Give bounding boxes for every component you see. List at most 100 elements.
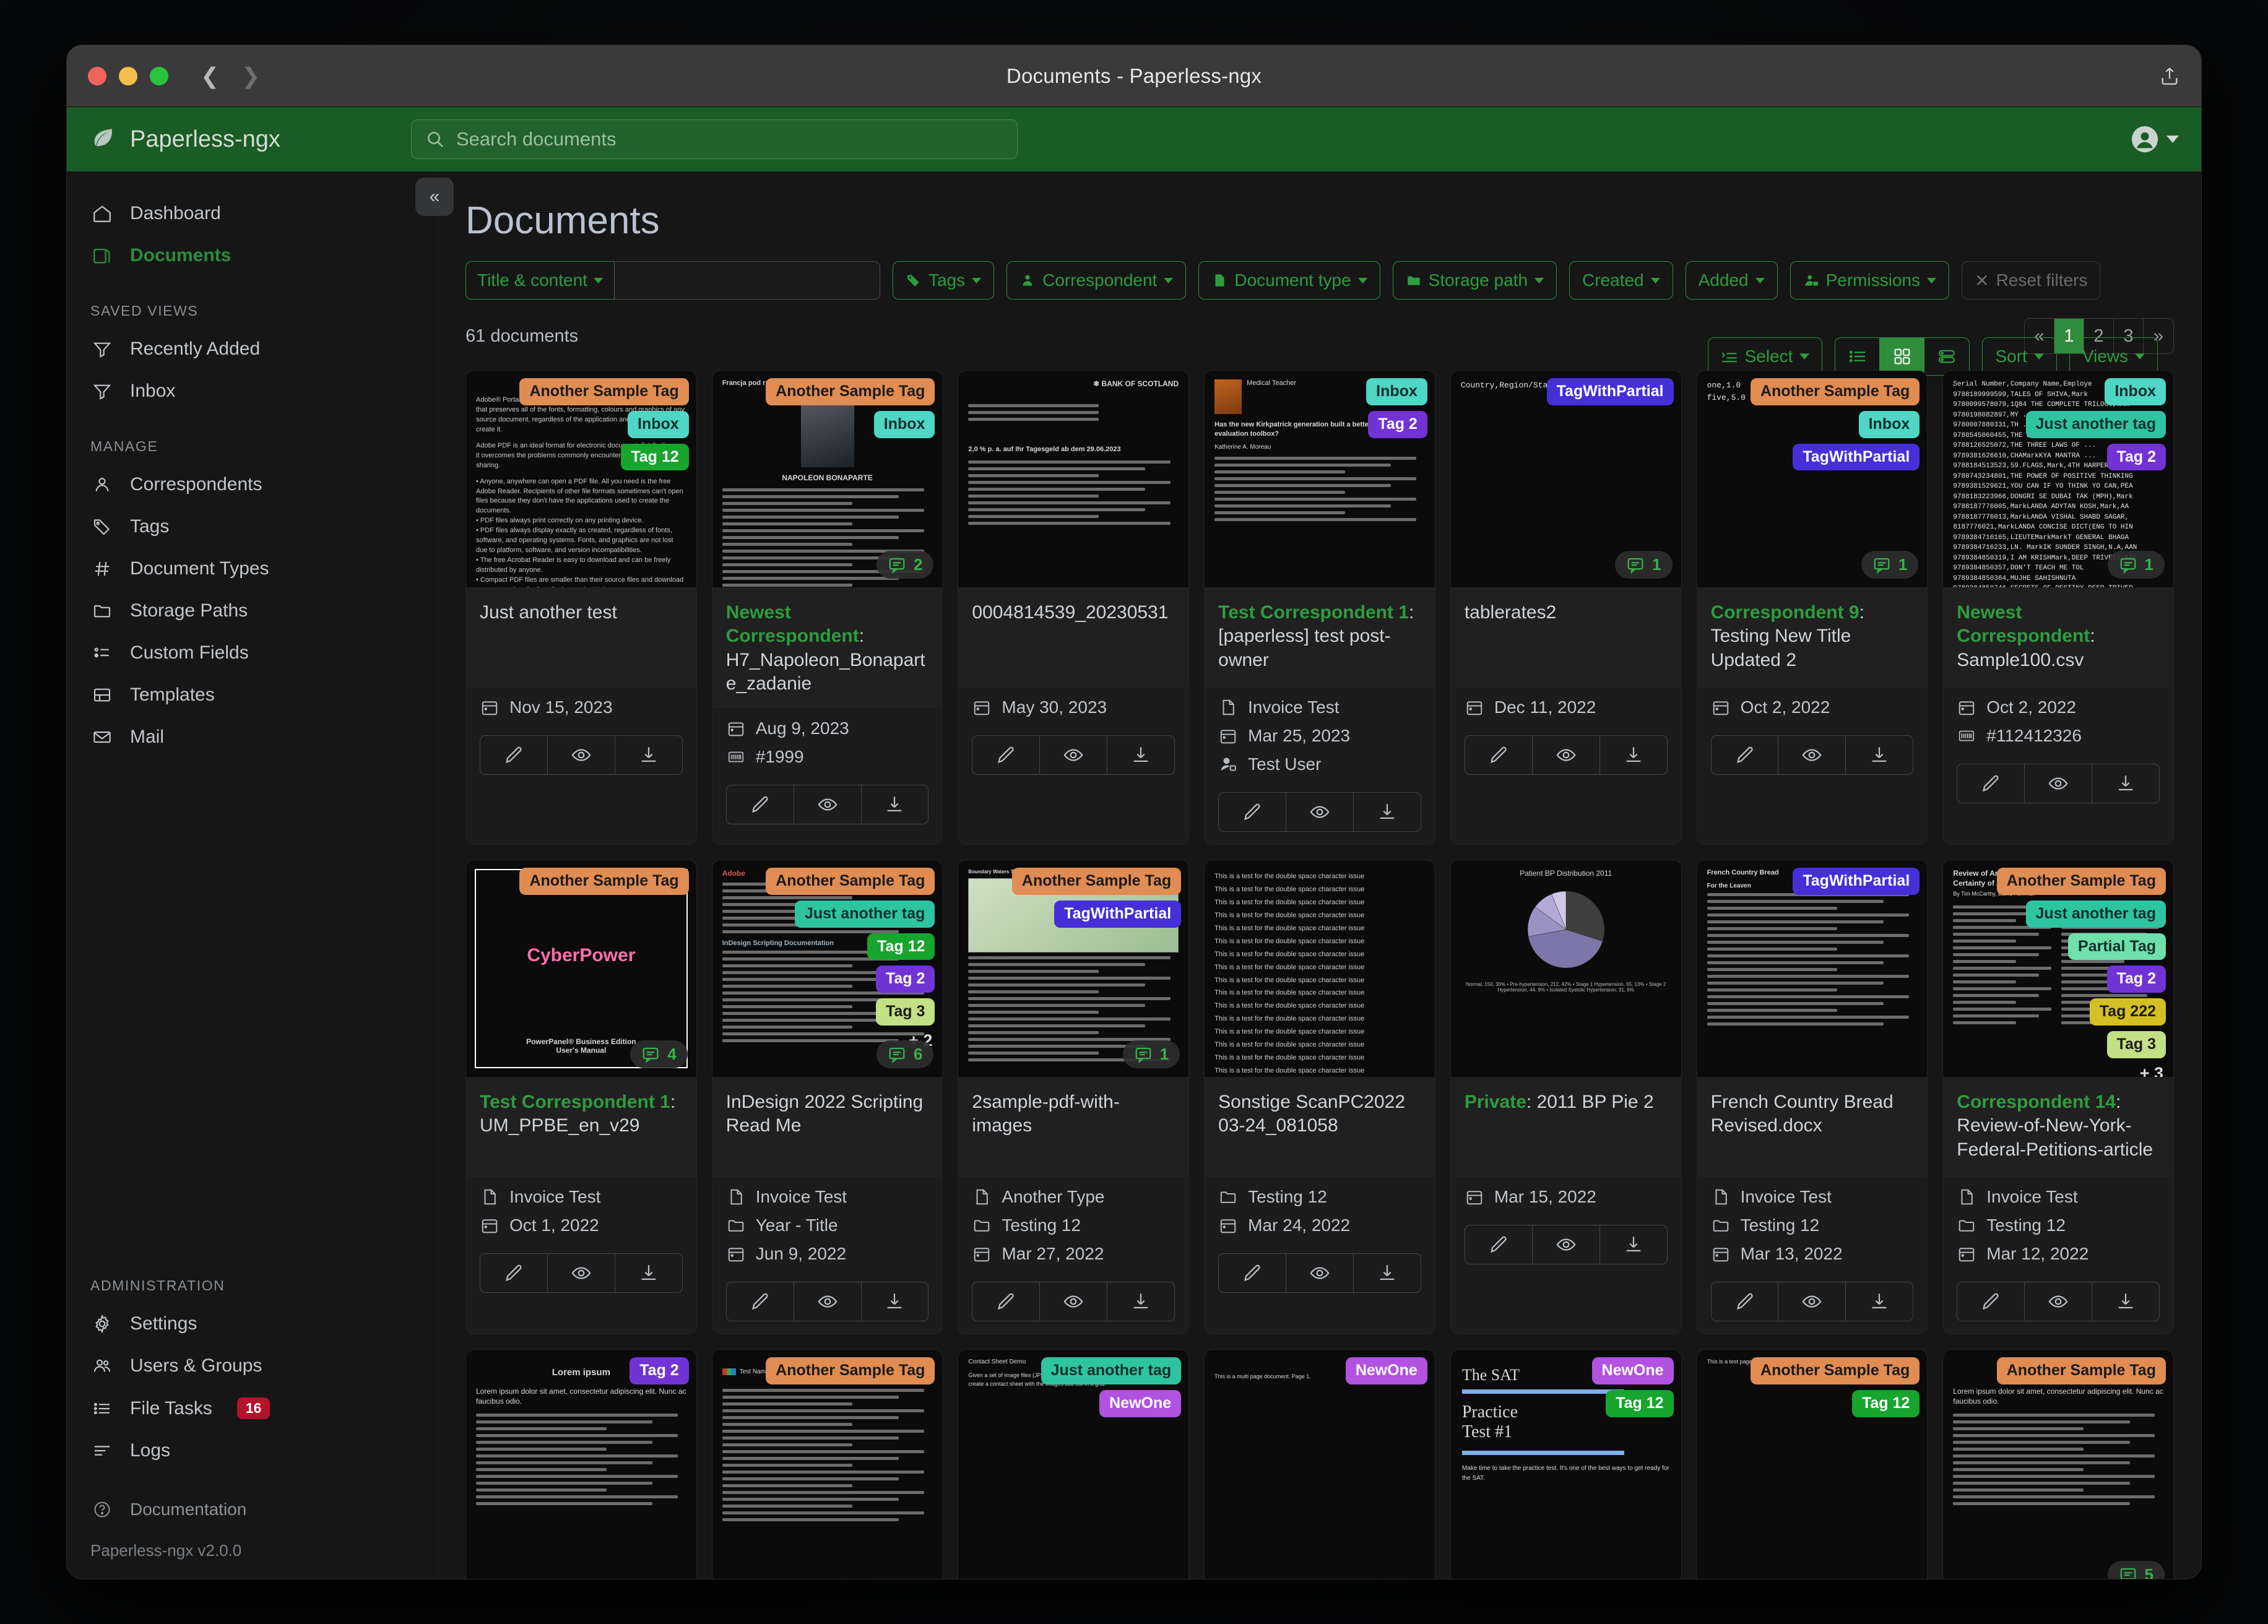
sidebar-item-inbox[interactable]: Inbox [67,370,438,412]
preview-button[interactable] [1286,793,1354,831]
preview-button[interactable] [1040,736,1108,774]
preview-button[interactable] [1040,1282,1108,1321]
preview-button[interactable] [1778,1282,1846,1321]
document-title[interactable]: Private: 2011 BP Pie 2 [1450,1077,1681,1176]
sidebar-item-storage-paths[interactable]: Storage Paths [67,590,438,632]
view-mode-switch[interactable] [1835,337,1970,376]
reset-filters-button[interactable]: ✕ Reset filters [1962,261,2101,300]
search-input[interactable] [456,128,1003,150]
share-icon[interactable] [2159,66,2180,87]
document-tag[interactable]: Another Sample Tag [766,378,935,405]
edit-button[interactable] [1712,736,1779,774]
brand[interactable]: Paperless-ngx [89,126,411,153]
storage-path-filter-button[interactable]: Storage path [1392,261,1557,300]
document-tag[interactable]: Tag 12 [621,443,689,471]
document-card[interactable]: Francja pod rządami Napoleona NAPOLEON B… [711,370,943,845]
document-tag[interactable]: Tag 222 [2089,998,2166,1026]
window-controls[interactable] [88,66,168,85]
permissions-filter-button[interactable]: Permissions [1790,261,1950,300]
document-type-filter-button[interactable]: Document type [1198,261,1380,300]
document-tag[interactable]: TagWithPartial [1793,443,1920,471]
close-window-button[interactable] [88,66,106,85]
download-button[interactable] [2092,1282,2159,1321]
sidebar-item-mail[interactable]: Mail [67,716,438,758]
document-card[interactable]: French Country Bread For the Leaven TagWi… [1696,860,1928,1334]
document-card[interactable]: Test Name Another Sample Tag [711,1349,943,1579]
chevron-down-icon[interactable] [2166,133,2179,145]
sidebar-item-dashboard[interactable]: Dashboard [67,192,438,235]
card-actions[interactable] [1710,1282,1914,1321]
user-menu[interactable] [2131,125,2179,153]
document-thumbnail[interactable]: Lorem ipsum Lorem ipsum dolor sit amet, … [1943,1350,2173,1579]
document-thumbnail[interactable]: Medical Teacher Has the new Kirkpatrick … [1205,371,1435,587]
document-card[interactable]: The SAT Practice Test #1 Make time to tak… [1450,1349,1682,1579]
document-title[interactable]: InDesign 2022 Scripting Read Me [712,1077,943,1176]
card-actions[interactable] [1218,792,1421,832]
search-box[interactable] [411,119,1018,159]
document-card[interactable]: Lorem ipsum Lorem ipsum dolor sit amet, … [1942,1349,2174,1579]
download-button[interactable] [1846,736,1913,774]
preview-button[interactable] [2025,1282,2093,1321]
edit-button[interactable] [1219,793,1287,831]
edit-button[interactable] [972,1282,1041,1321]
detail-view-button[interactable] [1924,338,1969,375]
sidebar-item-recently-added[interactable]: Recently Added [67,328,438,370]
sidebar-item-tags[interactable]: Tags [67,506,438,548]
edit-button[interactable] [480,1254,548,1292]
document-tag[interactable]: Tag 2 [2106,965,2166,993]
correspondent-filter-button[interactable]: Correspondent [1006,261,1187,300]
card-actions[interactable] [1464,735,1668,775]
document-thumbnail[interactable]: Boundary Waters Trip Another Sample Tag T… [958,860,1189,1077]
title-content-input[interactable] [613,261,880,300]
document-tag[interactable]: TagWithPartial [1546,378,1674,405]
document-title[interactable]: Test Correspondent 1: UM_PPBE_en_v29 [466,1077,696,1176]
document-title[interactable]: tablerates2 [1450,587,1681,686]
card-actions[interactable] [1710,735,1914,775]
maximize-window-button[interactable] [150,66,168,85]
document-tag[interactable]: Another Sample Tag [519,378,689,405]
document-thumbnail[interactable]: Test Name Another Sample Tag [712,1350,943,1579]
document-tag[interactable]: Another Sample Tag [1011,868,1182,895]
document-title[interactable]: Newest Correspondent: Sample100.csv [1943,587,2173,686]
document-tag[interactable]: Another Sample Tag [1996,868,2166,895]
document-tag[interactable]: NewOne [1099,1389,1182,1417]
edit-button[interactable] [1219,1254,1287,1292]
download-button[interactable] [1354,793,1421,831]
edit-button[interactable] [727,1282,794,1321]
document-thumbnail[interactable]: Country,Region/State," TagWithPartial 1 [1450,371,1681,587]
card-actions[interactable] [1464,1225,1668,1264]
document-tag[interactable]: Another Sample Tag [1996,1357,2166,1384]
list-view-button[interactable] [1835,338,1881,375]
document-tag[interactable]: Another Sample Tag [766,868,935,895]
avatar-icon[interactable] [2131,125,2159,153]
edit-button[interactable] [727,785,794,824]
document-title[interactable]: Correspondent 14: Review-of-New-York-Fed… [1943,1077,2173,1176]
tags-filter-button[interactable]: Tags [892,261,995,300]
document-thumbnail[interactable]: Serial Number,Company Name,Employe 978818… [1943,371,2173,587]
document-title[interactable]: 0004814539_20230531 [958,587,1189,686]
sidebar-item-correspondents[interactable]: Correspondents [67,464,438,506]
document-thumbnail[interactable]: Lorem ipsum Lorem ipsum dolor sit amet, … [466,1350,696,1579]
sidebar-item-users-groups[interactable]: Users & Groups [67,1345,438,1387]
document-tag[interactable]: Tag 2 [2106,443,2166,471]
document-card[interactable]: Adobe InDesign Scripting Documentation A… [711,860,943,1334]
document-tag[interactable]: TagWithPartial [1054,900,1182,928]
grid-view-button[interactable] [1880,338,1925,375]
document-thumbnail[interactable]: French Country Bread For the Leaven TagWi… [1697,860,1928,1077]
select-button[interactable]: Select [1707,337,1823,376]
document-card[interactable]: This is a multi page document. Page 1. Ne… [1204,1349,1435,1579]
sidebar-item-documents[interactable]: Documents [67,235,438,277]
download-button[interactable] [615,1254,682,1292]
document-card[interactable]: Contact Sheet Demo Given a set of image … [958,1349,1190,1579]
document-card[interactable]: Boundary Waters Trip Another Sample Tag T… [958,860,1190,1334]
edit-button[interactable] [1957,764,2025,803]
document-tag[interactable]: Tag 12 [1851,1389,1920,1417]
edit-button[interactable] [972,736,1041,774]
document-card[interactable]: Adobe Acrobat PDF Files Adobe® Portable … [465,370,697,845]
document-tag[interactable]: Just another tag [2025,410,2166,438]
document-tag[interactable]: Tag 12 [1606,1389,1674,1417]
document-card[interactable]: Serial Number,Company Name,Employe 978818… [1942,370,2174,845]
document-tag[interactable]: Another Sample Tag [1751,1357,1920,1384]
preview-button[interactable] [1533,736,1600,774]
forward-icon[interactable]: ❯ [241,64,260,87]
